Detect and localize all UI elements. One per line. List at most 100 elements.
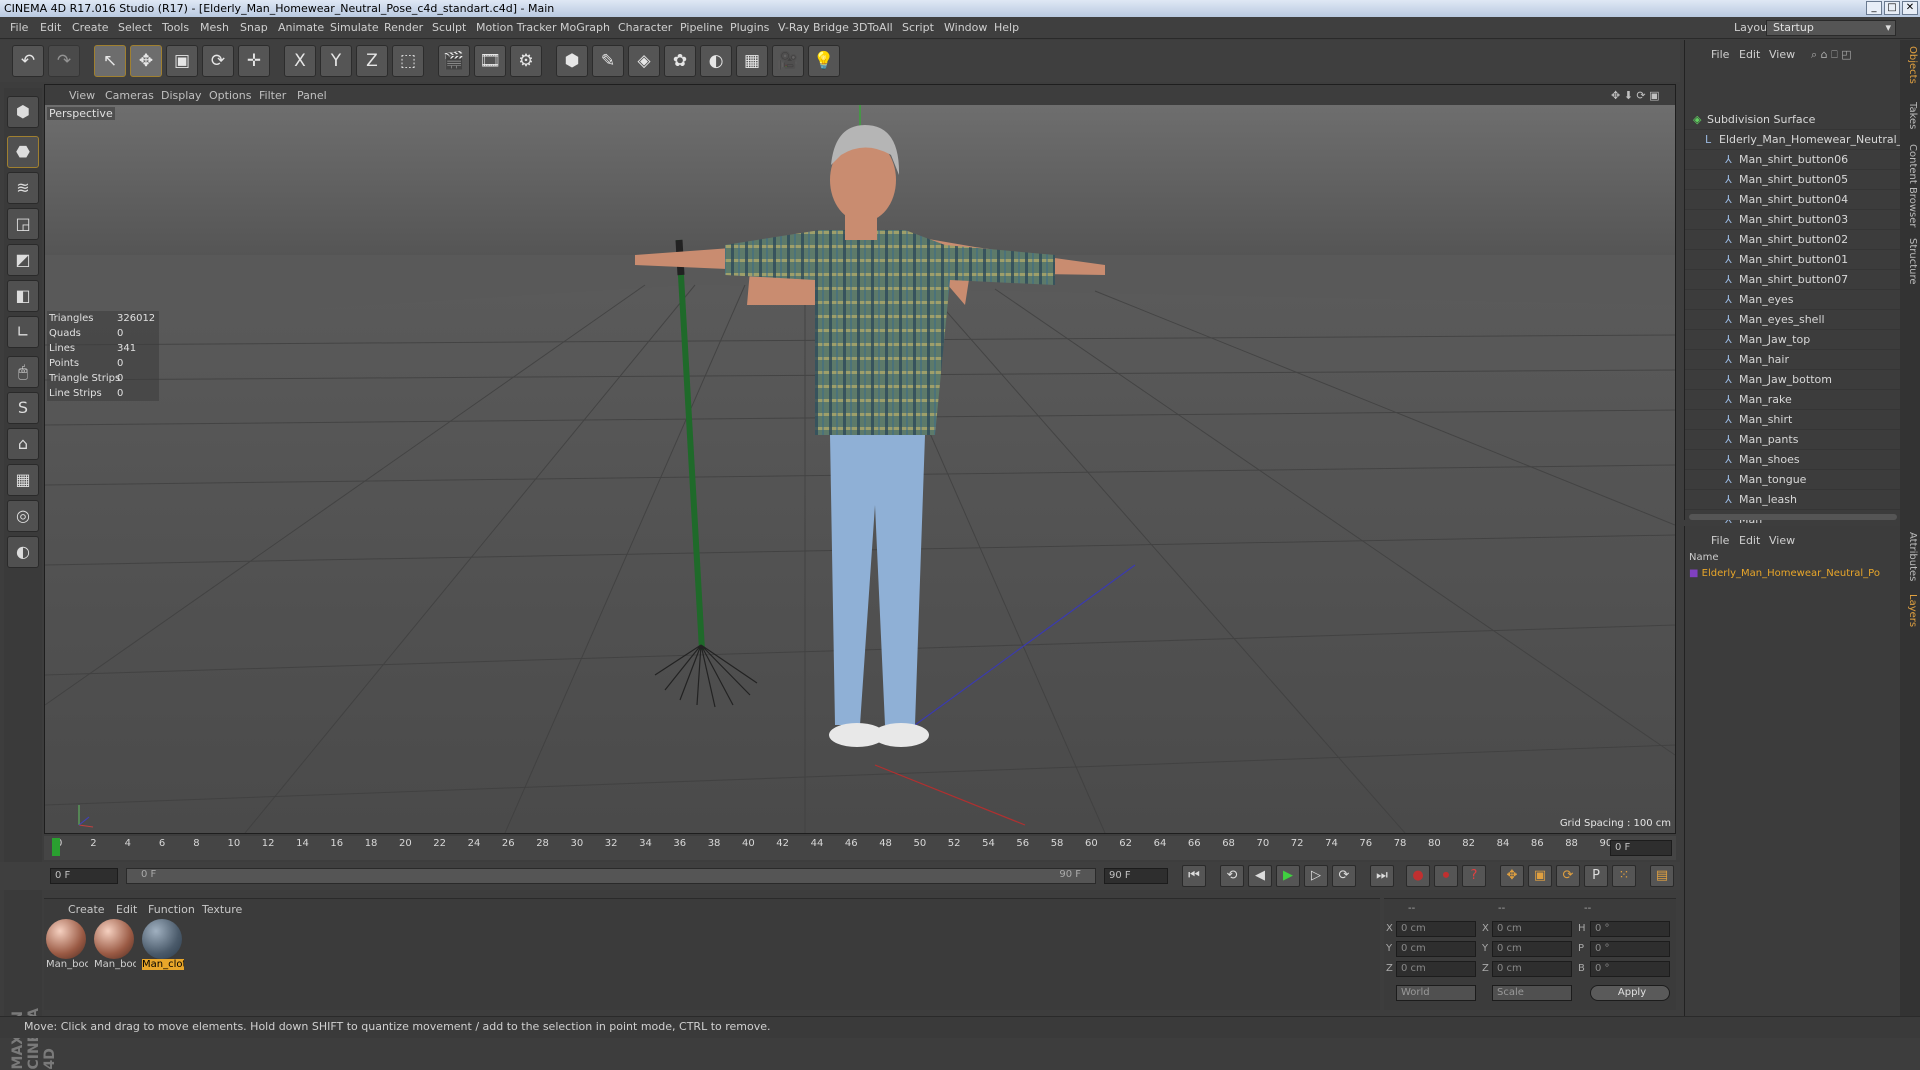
goto-start-icon[interactable]: ⏮ — [1182, 865, 1206, 887]
key-scale-icon[interactable]: ▣ — [1528, 865, 1552, 887]
object-item[interactable]: ⅄ Man_rake — [1685, 390, 1901, 410]
object-item[interactable]: ⅄ Man_shirt_button02 — [1685, 230, 1901, 250]
menu-help[interactable]: Help — [994, 21, 1019, 34]
object-menu-file[interactable]: File — [1711, 48, 1729, 61]
menu-mograph[interactable]: MoGraph — [560, 21, 610, 34]
next-key-icon[interactable]: ⟳ — [1332, 865, 1356, 887]
pen-icon[interactable]: ✎ — [592, 45, 624, 77]
object-item[interactable]: ⅄ Man_shirt_button07 — [1685, 270, 1901, 290]
deformer-icon[interactable]: ◐ — [700, 45, 732, 77]
menu-character[interactable]: Character — [618, 21, 672, 34]
object-item[interactable]: ⅄ Man_shirt — [1685, 410, 1901, 430]
viewport-menu-options[interactable]: Options — [209, 89, 251, 102]
object-item[interactable]: ⅄ Man_Jaw_bottom — [1685, 370, 1901, 390]
menu-pipeline[interactable]: Pipeline — [680, 21, 723, 34]
tab-structure[interactable]: Structure — [1902, 238, 1918, 285]
workplane-lock-icon[interactable]: ◎ — [7, 500, 39, 532]
menu-plugins[interactable]: Plugins — [730, 21, 769, 34]
menu-motion-tracker[interactable]: Motion Tracker — [476, 21, 556, 34]
viewport-menu-filter[interactable]: Filter — [259, 89, 286, 102]
menu-3dtoall[interactable]: 3DToAll — [852, 21, 893, 34]
viewport-menu-view[interactable]: View — [69, 89, 95, 102]
object-item[interactable]: ⅄ Man_pants — [1685, 430, 1901, 450]
prev-frame-icon[interactable]: ◀ — [1248, 865, 1272, 887]
polygons-mode-icon[interactable]: ∟ — [7, 316, 39, 348]
y-axis-icon[interactable]: Y — [320, 45, 352, 77]
redo-icon[interactable]: ↷ — [48, 45, 80, 77]
light-icon[interactable]: 💡 — [808, 45, 840, 77]
coordinate-icon[interactable]: ⬚ — [392, 45, 424, 77]
tweak-mode-icon[interactable]: S — [7, 392, 39, 424]
undo-icon[interactable]: ↶ — [12, 45, 44, 77]
material-item[interactable]: Man_boc — [94, 919, 136, 977]
render-settings-icon[interactable]: ⚙ — [510, 45, 542, 77]
object-item[interactable]: ⅄ Man_shirt_button06 — [1685, 150, 1901, 170]
rotation-b-field[interactable]: 0 ° — [1590, 961, 1670, 977]
menu-window[interactable]: Window — [944, 21, 987, 34]
tab-takes[interactable]: Takes — [1902, 102, 1918, 129]
object-item[interactable]: ⅄ Man_hair — [1685, 350, 1901, 370]
viewport-menu-display[interactable]: Display — [161, 89, 202, 102]
frame-range-slider[interactable]: 0 F 90 F — [126, 868, 1096, 884]
x-axis-icon[interactable]: X — [284, 45, 316, 77]
menu-tools[interactable]: Tools — [162, 21, 189, 34]
maximize-button[interactable]: □ — [1884, 1, 1900, 15]
object-item[interactable]: L Elderly_Man_Homewear_Neutral_P — [1685, 130, 1901, 150]
start-frame-field[interactable]: 0 F — [50, 868, 118, 884]
key-position-icon[interactable]: ✥ — [1500, 865, 1524, 887]
tab-layers[interactable]: Layers — [1902, 594, 1918, 627]
layer-item[interactable]: ■ Elderly_Man_Homewear_Neutral_Po — [1689, 568, 1899, 579]
subdivision-icon[interactable]: ◈ — [628, 45, 660, 77]
render-picture-viewer-icon[interactable]: 🎞 — [474, 45, 506, 77]
material-menu-edit[interactable]: Edit — [116, 903, 137, 916]
snap-icon[interactable]: ▦ — [7, 464, 39, 496]
rotation-h-field[interactable]: 0 ° — [1590, 921, 1670, 937]
key-pla-icon[interactable]: ⁙ — [1612, 865, 1636, 887]
cube-icon[interactable]: ⬢ — [556, 45, 588, 77]
camera-label[interactable]: Perspective — [47, 107, 115, 120]
size-z-field[interactable]: 0 cm — [1492, 961, 1572, 977]
key-parameter-icon[interactable]: P — [1584, 865, 1608, 887]
edges-mode-icon[interactable]: ◧ — [7, 280, 39, 312]
timeline-ruler[interactable]: 0246810121416182022242628303234363840424… — [44, 836, 1676, 860]
cloner-icon[interactable]: ✿ — [664, 45, 696, 77]
menu-render[interactable]: Render — [384, 21, 423, 34]
menu-vray-bridge[interactable]: V-Ray Bridge — [778, 21, 849, 34]
layer-menu-edit[interactable]: Edit — [1739, 534, 1760, 547]
position-x-field[interactable]: 0 cm — [1396, 921, 1476, 937]
make-editable-icon[interactable]: ⬢ — [7, 96, 39, 128]
workplane-icon[interactable]: ◲ — [7, 208, 39, 240]
play-icon[interactable]: ▶ — [1276, 865, 1300, 887]
transform-icon[interactable]: ✛ — [238, 45, 270, 77]
key-rotation-icon[interactable]: ⟳ — [1556, 865, 1580, 887]
solo-icon[interactable]: ⌂ — [7, 428, 39, 460]
object-menu-view[interactable]: View — [1769, 48, 1795, 61]
rotation-p-field[interactable]: 0 ° — [1590, 941, 1670, 957]
render-view-icon[interactable]: 🎬 — [438, 45, 470, 77]
timeline-window-icon[interactable]: ▤ — [1650, 865, 1674, 887]
object-item[interactable]: ◈ Subdivision Surface — [1685, 110, 1901, 130]
layer-menu-view[interactable]: View — [1769, 534, 1795, 547]
next-frame-icon[interactable]: ▷ — [1304, 865, 1328, 887]
object-item[interactable]: ⅄ Man_shirt_button03 — [1685, 210, 1901, 230]
texture-mode-icon[interactable]: ≋ — [7, 172, 39, 204]
camera-icon[interactable]: 🎥 — [772, 45, 804, 77]
object-item[interactable]: ⅄ Man_leash — [1685, 490, 1901, 510]
size-y-field[interactable]: 0 cm — [1492, 941, 1572, 957]
end-frame-field[interactable]: 90 F — [1104, 868, 1168, 884]
material-menu-function[interactable]: Function — [148, 903, 195, 916]
rotate-icon[interactable]: ⟳ — [202, 45, 234, 77]
search-icon[interactable]: ⌕ ⌂ ⎕ ◰ — [1811, 48, 1852, 62]
material-menu-texture[interactable]: Texture — [202, 903, 242, 916]
size-mode-select[interactable]: Scale — [1492, 985, 1572, 1001]
apply-button[interactable]: Apply — [1590, 985, 1670, 1001]
object-item[interactable]: ⅄ Man_shirt_button01 — [1685, 250, 1901, 270]
axis-mode-icon[interactable]: 🖱 — [7, 356, 39, 388]
material-item-selected[interactable]: Man_clot — [142, 919, 184, 977]
viewport-menu-panel[interactable]: Panel — [297, 89, 327, 102]
coordinate-system-select[interactable]: World — [1396, 985, 1476, 1001]
tab-content-browser[interactable]: Content Browser — [1902, 144, 1918, 227]
menu-simulate[interactable]: Simulate — [330, 21, 379, 34]
menu-snap[interactable]: Snap — [240, 21, 268, 34]
keyframe-help-icon[interactable]: ? — [1462, 865, 1486, 887]
